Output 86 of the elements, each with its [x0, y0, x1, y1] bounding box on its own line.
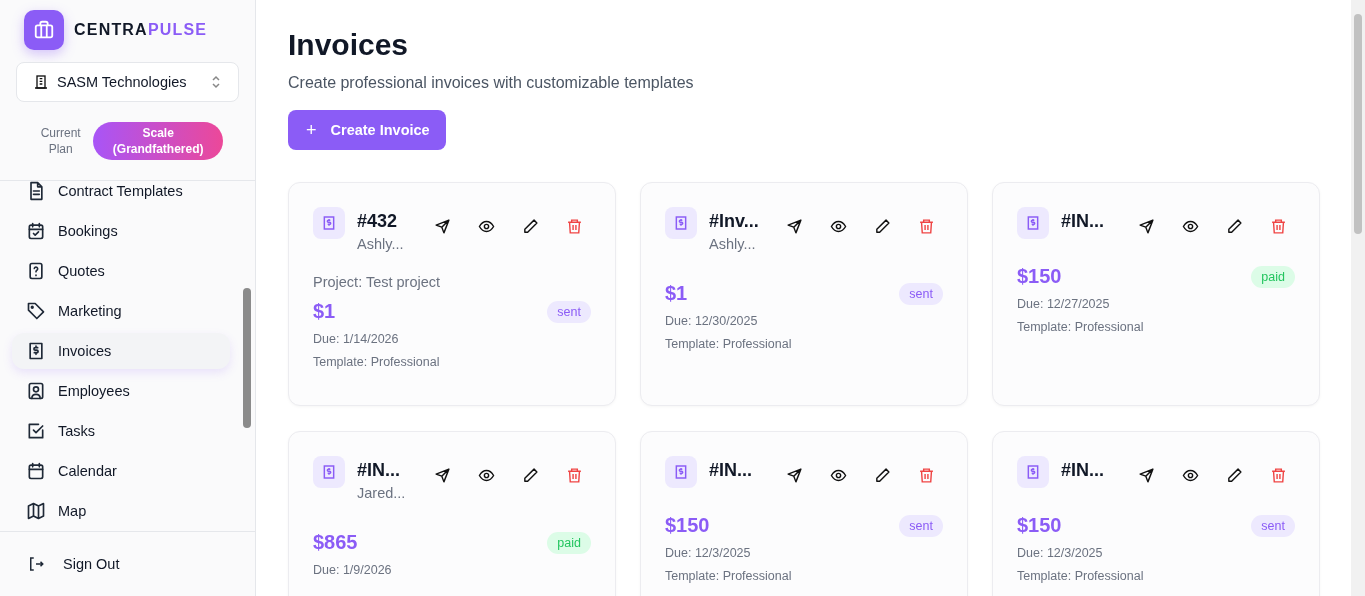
sidebar-item[interactable]: Calendar — [12, 452, 230, 489]
pencil-icon — [521, 466, 539, 484]
due-date: Due: 12/27/2025 — [1017, 297, 1111, 311]
invoice-number: #IN... — [357, 460, 401, 481]
invoice-number: #Inv... — [709, 211, 760, 232]
invoice-amount: $865 — [313, 531, 358, 554]
sidebar-item[interactable]: Tasks — [12, 412, 230, 449]
send-icon — [433, 217, 451, 235]
invoice-icon — [665, 207, 697, 239]
person-icon — [26, 380, 46, 401]
invoice-amount: $1 — [665, 282, 688, 305]
trash-icon — [917, 466, 935, 484]
pencil-icon — [1225, 466, 1243, 484]
calendar-icon — [26, 460, 46, 481]
invoice-amount: $150 — [1017, 514, 1062, 537]
due-date: Due: 12/30/2025 — [665, 314, 759, 328]
client-name: Jared... — [357, 485, 407, 501]
logout-icon — [27, 555, 45, 573]
project-name: Project: Test project — [313, 274, 442, 290]
invoice-number: #IN... — [1061, 211, 1105, 232]
trash-icon — [1269, 466, 1287, 484]
due-date: Due: 12/3/2025 — [1017, 546, 1104, 560]
create-invoice-button[interactable]: + Create Invoice — [288, 110, 446, 150]
sidebar-item[interactable]: Contract Templates — [12, 180, 230, 209]
organization-selector[interactable]: SASM Technologies — [16, 62, 239, 102]
invoice-number: #IN... — [709, 460, 753, 481]
chevrons-icon — [210, 73, 222, 90]
sign-out-button[interactable]: Sign Out — [24, 552, 123, 576]
send-icon — [433, 466, 451, 484]
invoice-icon — [313, 207, 345, 239]
sidebar-item[interactable]: Map — [12, 492, 230, 529]
invoice-amount: $150 — [1017, 265, 1062, 288]
invoice-icon — [26, 340, 46, 361]
send-icon — [1137, 466, 1155, 484]
status-badge: sent — [899, 514, 943, 537]
trash-icon — [565, 217, 583, 235]
send-icon — [1137, 217, 1155, 235]
invoice-number: #IN... — [1061, 460, 1105, 481]
trash-icon — [1269, 217, 1287, 235]
page-subtitle: Create professional invoices with customizable templates — [288, 74, 695, 92]
pencil-icon — [873, 466, 891, 484]
template-name: Template: Professional — [1017, 320, 1145, 334]
template-name: Template: Professional — [313, 355, 441, 369]
pencil-icon — [873, 217, 891, 235]
sidebar-item[interactable]: Invoices — [12, 332, 230, 369]
due-date: Due: 12/3/2025 — [665, 546, 752, 560]
status-badge: sent — [547, 300, 591, 323]
question-icon — [26, 260, 46, 281]
brand-name: CENTRAPULSE — [74, 21, 208, 39]
tag-icon — [26, 300, 46, 321]
plan-badge: Scale (Grandfathered) — [93, 121, 223, 160]
invoice-icon — [1017, 456, 1049, 488]
building-icon — [33, 73, 49, 90]
sidebar-item[interactable]: Quotes — [12, 252, 230, 289]
logo-icon — [24, 10, 64, 50]
trash-icon — [565, 466, 583, 484]
invoice-icon — [313, 456, 345, 488]
calendar-check-icon — [26, 220, 46, 241]
template-name: Template: Professional — [665, 569, 793, 583]
client-name: Ashly... — [709, 236, 757, 252]
due-date: Due: 1/9/2026 — [313, 563, 393, 577]
status-badge: sent — [1251, 514, 1295, 537]
send-icon — [785, 466, 803, 484]
invoice-icon — [665, 456, 697, 488]
sidebar-item[interactable]: Marketing — [12, 292, 230, 329]
map-icon — [26, 500, 46, 521]
due-date: Due: 1/14/2026 — [313, 332, 400, 346]
status-badge: paid — [1251, 265, 1295, 288]
invoice-amount: $1 — [313, 300, 336, 323]
plan-label: Current Plan — [39, 124, 82, 157]
pencil-icon — [521, 217, 539, 235]
sidebar-item[interactable]: Bookings — [12, 212, 230, 249]
invoice-amount: $150 — [665, 514, 710, 537]
invoice-number: #432 — [357, 211, 399, 232]
sidebar-item[interactable]: Employees — [12, 372, 230, 409]
template-name: Template: Professional — [665, 337, 793, 351]
template-name: Template: Professional — [1017, 569, 1145, 583]
status-badge: paid — [547, 531, 591, 554]
status-badge: sent — [899, 282, 943, 305]
page-title: Invoices — [288, 28, 410, 62]
page-scrollbar[interactable] — [1351, 0, 1365, 596]
trash-icon — [917, 217, 935, 235]
pencil-icon — [1225, 217, 1243, 235]
send-icon — [785, 217, 803, 235]
client-name: Ashly... — [357, 236, 405, 252]
invoice-icon — [1017, 207, 1049, 239]
